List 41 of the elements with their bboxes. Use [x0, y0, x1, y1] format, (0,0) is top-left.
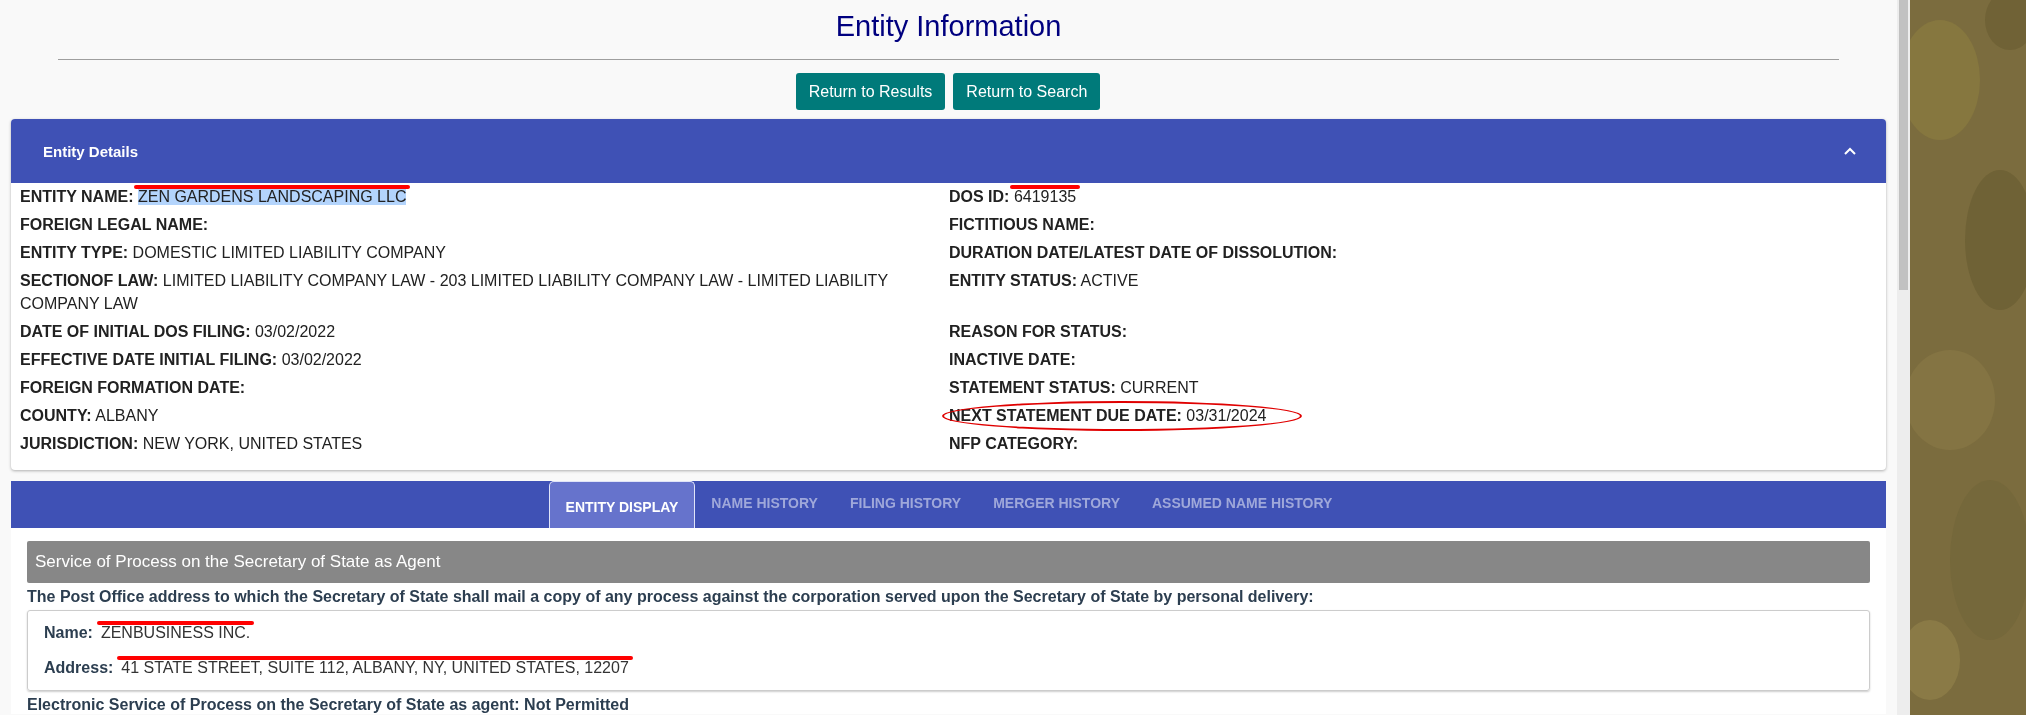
field-text: DATE OF INITIAL DOS FILING: 03/02/2022: [20, 323, 336, 340]
field-text: STATEMENT STATUS: CURRENT: [949, 379, 1199, 396]
field-value: ZENBUSINESS INC.: [100, 624, 251, 641]
field-text: ENTITY TYPE: DOMESTIC LIMITED LIABILITY COMPANY: [20, 244, 446, 261]
tab[interactable]: ENTITY DISPLAY: [548, 481, 696, 528]
field-label: DOS ID:: [949, 188, 1010, 205]
scrollbar-thumb[interactable]: [1899, 0, 1908, 290]
field-value: 03/31/2024: [1186, 407, 1267, 424]
electronic-service-text: Electronic Service of Process on the Secretary of State as agent: Not Permitted: [27, 695, 630, 714]
field-text: SECTIONOF LAW: LIMITED LIABILITY COMPANY LAW - 203 LIMITED LIABILITY COMPANY LAW - LIMITED LIABILITY COMPANY LAW: [20, 272, 888, 312]
description-text: The Post Office address to which the Secretary of State shall mail a copy of any process against the corporation served upon the Secretary of State by personal delivery:: [27, 587, 1315, 606]
tab[interactable]: MERGER HISTORY: [977, 481, 1136, 524]
field-value: 41 STATE STREET, SUITE 112, ALBANY, NY, UNITED STATES, 12207: [121, 659, 629, 676]
field-text: DURATION DATE/LATEST DATE OF DISSOLUTION:: [949, 244, 1338, 261]
field-text: NFP CATEGORY:: [949, 435, 1079, 452]
section-heading: Service of Process on the Secretary of State as Agent: [27, 541, 1870, 583]
field-text: REASON FOR STATUS:: [949, 323, 1128, 340]
details-title: Entity Details: [43, 142, 139, 160]
field-text: FOREIGN LEGAL NAME:: [20, 216, 209, 233]
field-value: 6419135: [1013, 188, 1077, 205]
field-value: ZEN GARDENS LANDSCAPING LLC: [137, 188, 407, 205]
field-text: FICTITIOUS NAME:: [949, 216, 1095, 233]
return-button[interactable]: Return to Search: [953, 73, 1101, 110]
field-label: Address:: [44, 659, 114, 676]
field-text: EFFECTIVE DATE INITIAL FILING: 03/02/2022: [20, 351, 362, 368]
return-button[interactable]: Return to Results: [795, 73, 946, 110]
field-label: ENTITY NAME:: [20, 188, 134, 205]
field-text: INACTIVE DATE:: [949, 351, 1076, 368]
field-text: JURISDICTION: NEW YORK, UNITED STATES: [20, 435, 363, 452]
field-text: ENTITY STATUS: ACTIVE: [949, 272, 1139, 289]
page-title: Entity Information: [835, 9, 1062, 44]
field-label: NEXT STATEMENT DUE DATE:: [949, 407, 1182, 424]
details-header[interactable]: Entity Details: [11, 119, 1886, 183]
field-text: COUNTY: ALBANY: [20, 407, 159, 424]
chevron-icon[interactable]: [1844, 147, 1856, 155]
scrollbar[interactable]: [1897, 0, 1910, 715]
tab[interactable]: FILING HISTORY: [833, 481, 978, 524]
field-label: Name:: [44, 624, 93, 641]
field-text: FOREIGN FORMATION DATE:: [20, 379, 246, 396]
tab[interactable]: ASSUMED NAME HISTORY: [1135, 481, 1349, 524]
tab[interactable]: NAME HISTORY: [695, 481, 834, 524]
